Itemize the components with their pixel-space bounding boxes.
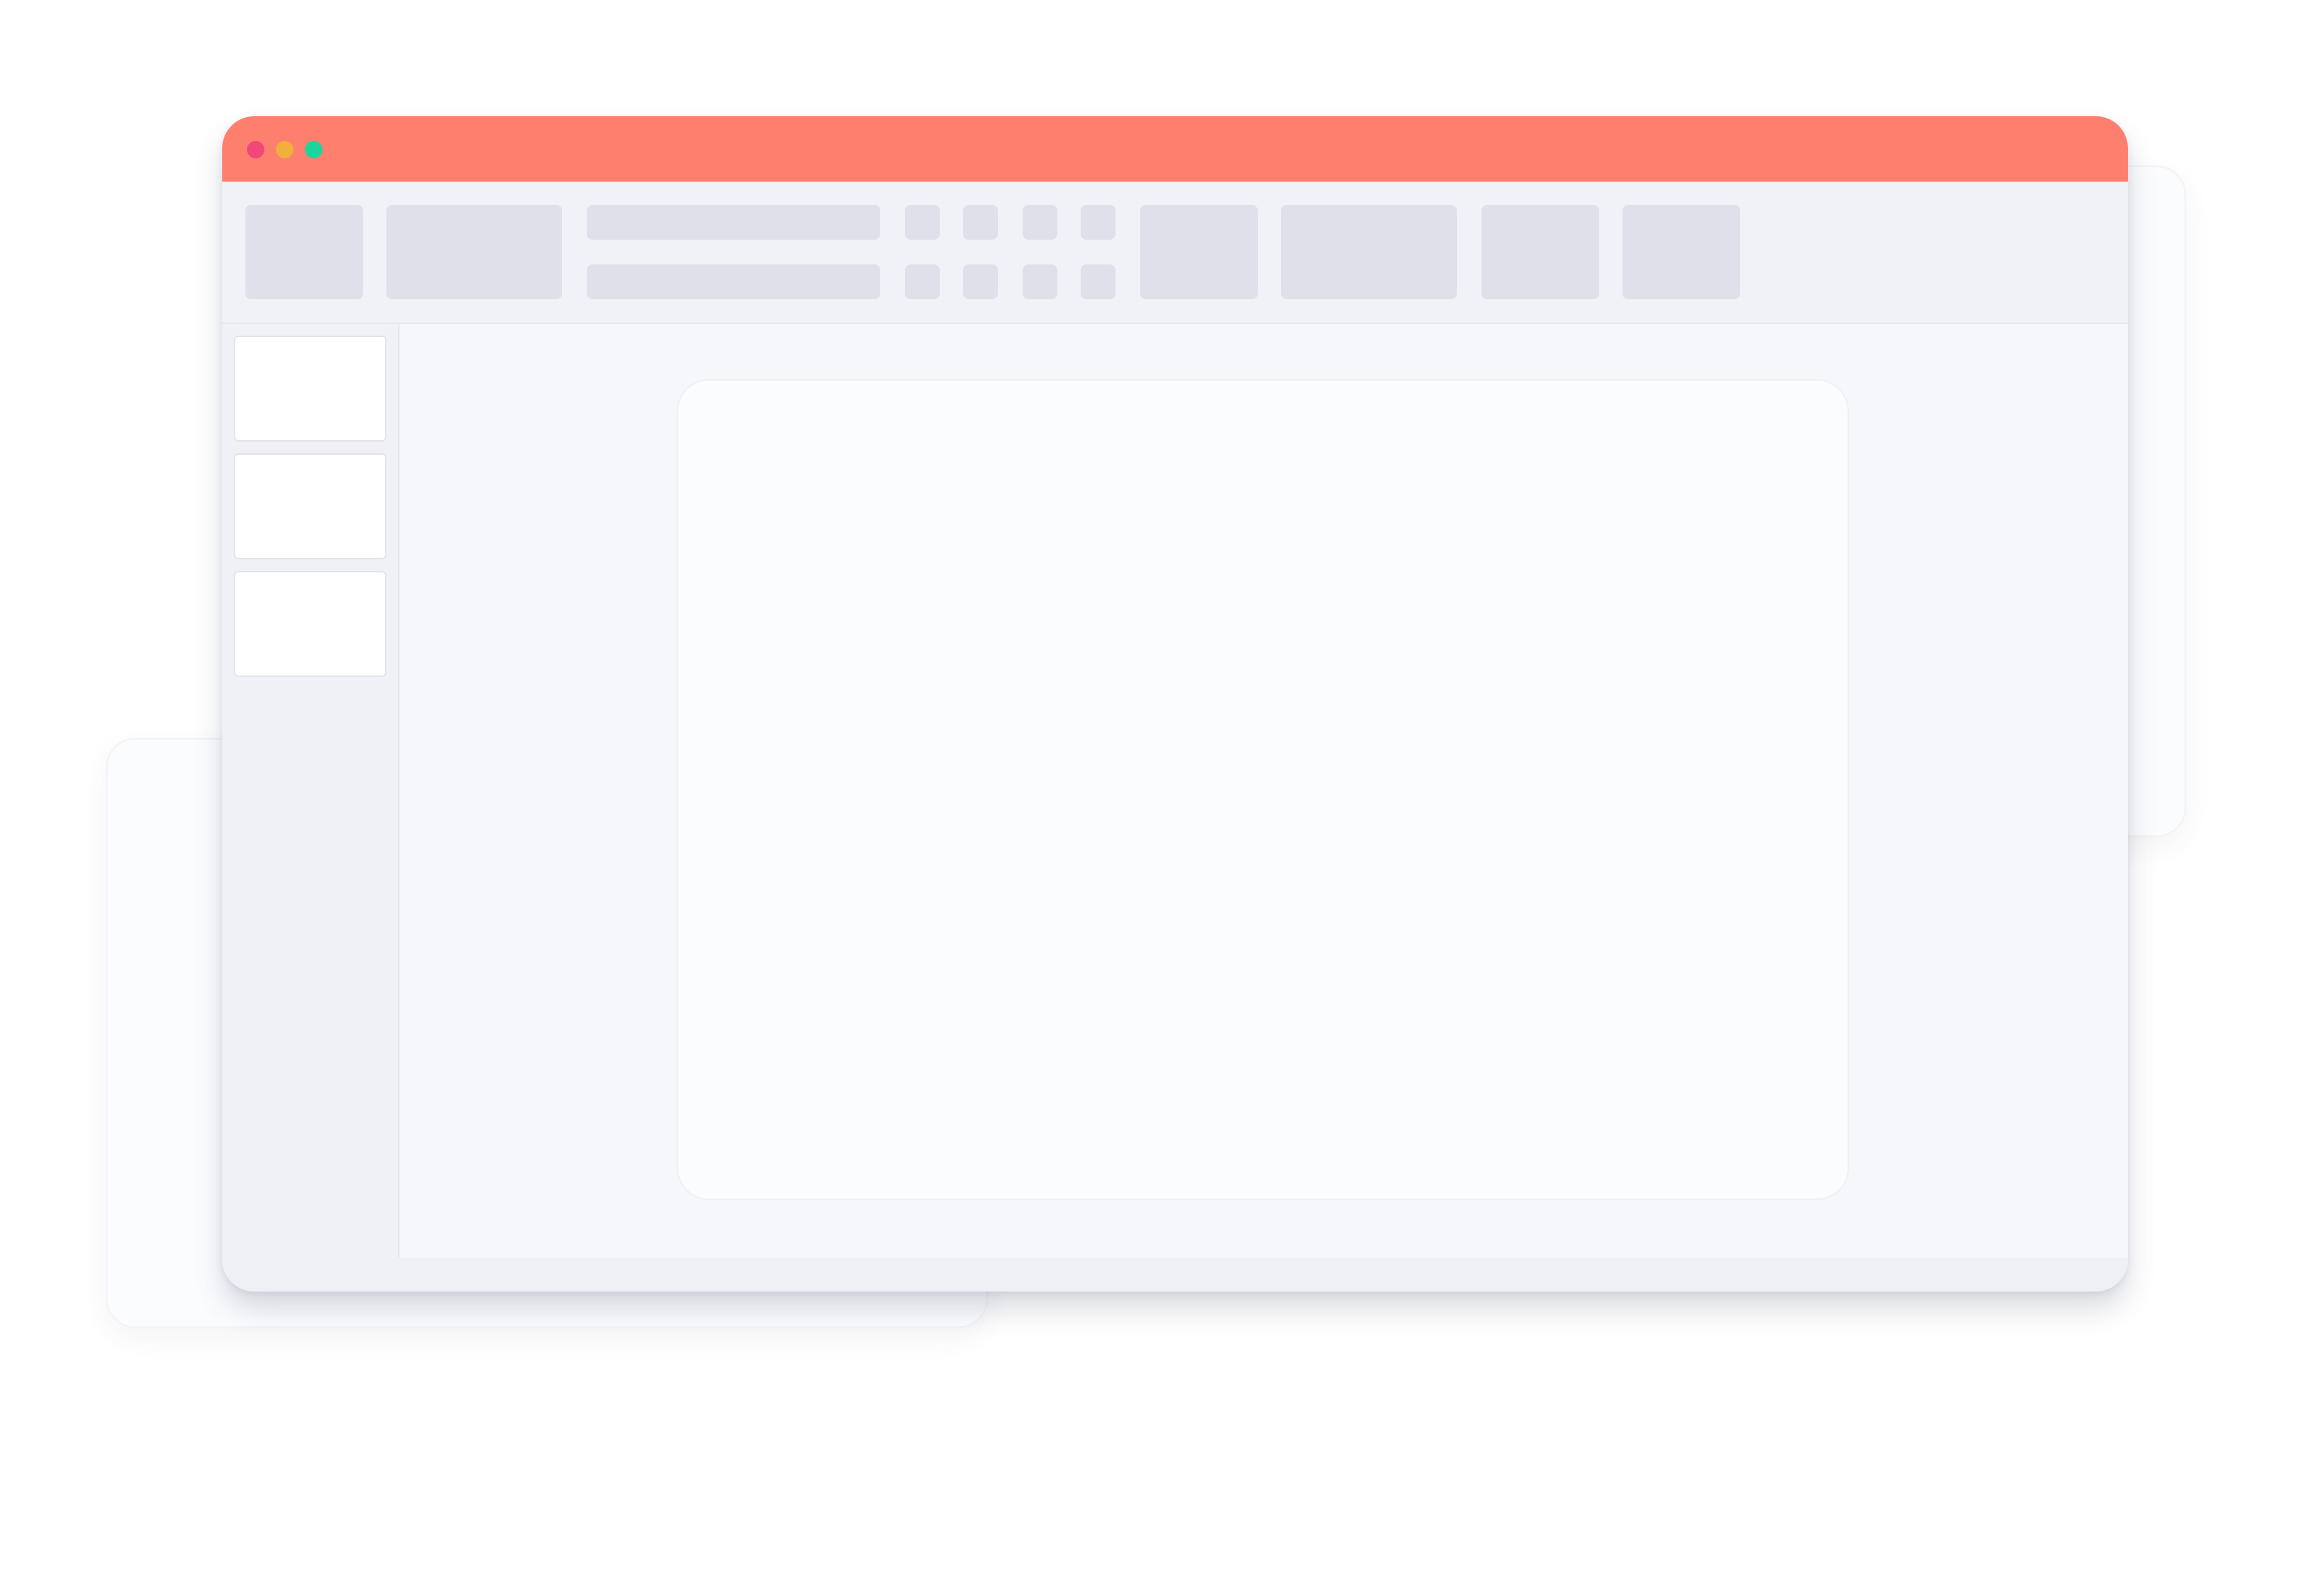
toolbar-button-3[interactable] (1140, 205, 1258, 299)
status-bar (222, 1258, 2128, 1292)
title-bar (222, 116, 2128, 182)
toolbar-field-bottom[interactable] (587, 264, 880, 299)
slide-thumbnail-1[interactable] (234, 336, 386, 442)
toolbar-button-2[interactable] (386, 205, 562, 299)
editor-canvas (399, 324, 2128, 1258)
stage (0, 0, 2324, 1569)
toolbar-small-button-6[interactable] (963, 264, 998, 299)
close-window-button[interactable] (247, 141, 264, 158)
toolbar-small-button-7[interactable] (1023, 264, 1057, 299)
toolbar-small-button-8[interactable] (1081, 264, 1116, 299)
toolbar (222, 182, 2128, 324)
toolbar-button-6[interactable] (1622, 205, 1740, 299)
toolbar-button-5[interactable] (1482, 205, 1599, 299)
toolbar-button-4[interactable] (1281, 205, 1457, 299)
toolbar-small-button-3[interactable] (1023, 205, 1057, 240)
toolbar-field-top[interactable] (587, 205, 880, 240)
toolbar-small-button-1[interactable] (905, 205, 940, 240)
toolbar-small-button-4[interactable] (1081, 205, 1116, 240)
toolbar-small-button-2[interactable] (963, 205, 998, 240)
slide-thumbnail-2[interactable] (234, 453, 386, 559)
toolbar-button-1[interactable] (245, 205, 363, 299)
toolbar-small-button-5[interactable] (905, 264, 940, 299)
slide-thumbnail-panel (222, 324, 399, 1258)
app-window (222, 116, 2128, 1292)
maximize-window-button[interactable] (305, 141, 322, 158)
slide-thumbnail-3[interactable] (234, 571, 386, 677)
slide-canvas[interactable] (677, 379, 1849, 1200)
minimize-window-button[interactable] (276, 141, 293, 158)
